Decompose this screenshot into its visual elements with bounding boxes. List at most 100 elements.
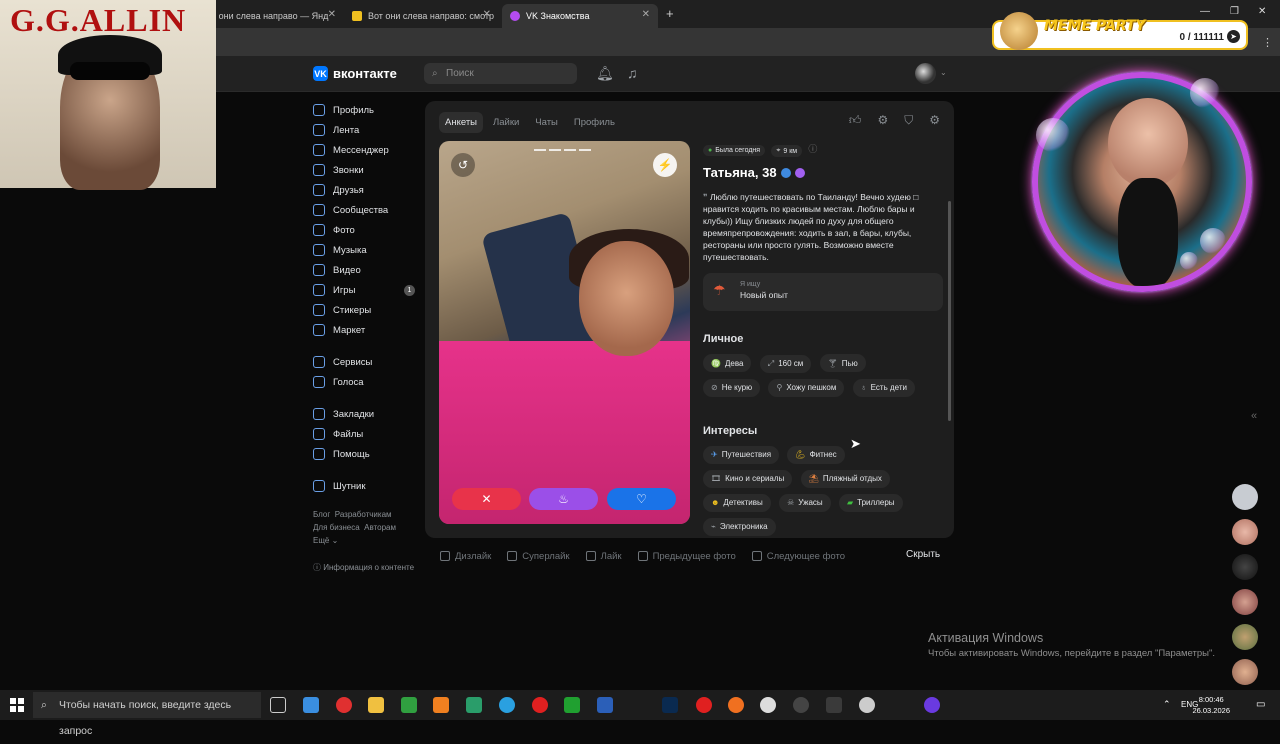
sidebar-item-market[interactable]: Маркет [313,320,418,340]
sidebar-item-photo[interactable]: Фото [313,220,418,240]
vk-logo[interactable]: VK вконтакте [313,66,397,81]
tab-chats[interactable]: Чаты [529,112,564,133]
profile-photo[interactable]: ↺ ⚡ ✕ ♨ ♡ [439,141,690,524]
avatar[interactable] [1232,554,1258,580]
filters-icon[interactable]: ⚙︎ [877,113,888,128]
content-info-link[interactable]: Информация о контенте [323,563,414,572]
help-icon[interactable]: ⓘ [808,144,817,154]
music-note-icon[interactable]: ♫ [627,65,638,81]
sidebar-item-music[interactable]: Музыка [313,240,418,260]
search-icon: ⌕ [41,699,47,711]
app-icon[interactable] [303,697,319,713]
tag-label: Пью [841,358,858,368]
close-window-icon[interactable]: ✕ [1258,6,1266,17]
sidebar-item-votes[interactable]: Голоса [313,372,418,392]
sidebar-item-services[interactable]: Сервисы [313,352,418,372]
next-photo-hint[interactable]: Следующее фото [751,551,845,562]
tab-likes[interactable]: Лайки [487,112,525,133]
hide-button[interactable]: Скрыть [906,549,940,560]
arrow-up-icon [507,551,518,561]
telegram-icon[interactable] [499,697,515,713]
app-icon[interactable] [466,697,482,713]
superlike-hint[interactable]: Суперлайк [507,551,570,562]
footer-more-link[interactable]: Ещё [313,536,329,545]
thumbs-up-icon[interactable]: 👍︎ [849,113,862,128]
avatar[interactable] [1232,589,1258,615]
superlike-button[interactable]: ♨ [529,488,598,510]
minimize-icon[interactable]: — [1200,6,1210,17]
folder-icon[interactable] [368,697,384,713]
status-badge: ● Была сегодня [703,145,766,156]
footer-link[interactable]: Для бизнеса [313,523,360,532]
search-input[interactable]: ⌕ Поиск [424,63,577,84]
sidebar-item-video[interactable]: Видео [313,260,418,280]
like-button[interactable]: ♡ [607,488,676,510]
menu-icon[interactable]: ⋮ [1262,36,1273,49]
sidebar-item-files[interactable]: Файлы [313,424,418,444]
app-icon[interactable] [826,697,842,713]
sidebar-item-help[interactable]: Помощь [313,444,418,464]
chevron-up-icon[interactable]: ⌃ [1163,699,1171,710]
gear-icon[interactable]: ⚙ [929,113,940,128]
shield-icon[interactable]: ⛉ [904,113,913,128]
tab-profile[interactable]: Профиль [568,112,621,133]
notifications-icon[interactable]: ▭ [1256,699,1265,710]
opera-gx-icon[interactable] [532,697,548,713]
taskbar-search-input[interactable]: ⌕ Чтобы начать поиск, введите здесь запр… [33,692,261,737]
photoshop-icon[interactable] [662,697,678,713]
footer-link[interactable]: Разработчикам [335,510,392,519]
personal-title: Личное [703,333,744,345]
vlc-icon[interactable] [433,697,449,713]
collapse-icon[interactable]: « [1251,410,1257,422]
lightning-icon[interactable]: ⚡ [653,153,677,177]
taskbar-clock[interactable]: 8:00:46 26.03.2026 [1192,694,1230,716]
app-icon[interactable] [564,697,580,713]
tab-profiles[interactable]: Анкеты [439,112,483,133]
app-icon[interactable] [401,697,417,713]
firefox-icon[interactable] [728,697,744,713]
close-icon[interactable]: ✕ [483,9,491,20]
bell-icon[interactable]: 🔔︎ [596,65,614,82]
undo-icon[interactable]: ↺ [451,153,475,177]
avatar[interactable] [1232,484,1258,510]
sidebar-item-games[interactable]: Игры 1 [313,280,418,300]
like-hint[interactable]: Лайк [585,551,622,562]
chrome-icon[interactable] [760,697,776,713]
avatar[interactable] [1232,519,1258,545]
close-icon[interactable]: ✕ [328,9,336,20]
avatar[interactable] [915,63,936,84]
sidebar-item-communities[interactable]: Сообщества [313,200,418,220]
sidebar-item-calls[interactable]: Звонки [313,160,418,180]
close-icon[interactable]: ✕ [642,9,650,20]
opera-icon[interactable] [336,697,352,713]
dislike-button[interactable]: ✕ [452,488,521,510]
footer-link[interactable]: Блог [313,510,330,519]
sidebar-item-profile[interactable]: Профиль [313,100,418,120]
new-tab-icon[interactable]: + [666,6,674,21]
app-icon[interactable] [924,697,940,713]
browser-tab-active[interactable]: VK Знакомства ✕ [502,4,658,28]
footer-link[interactable]: Авторам [364,523,396,532]
yandex-icon[interactable] [696,697,712,713]
avatar[interactable] [1232,659,1258,685]
chrome-icon[interactable] [859,697,875,713]
sidebar-item-bookmarks[interactable]: Закладки [313,404,418,424]
sidebar-item-stickers[interactable]: Стикеры [313,300,418,320]
task-view-icon[interactable] [270,697,286,713]
tag: 🍸︎ Пью [819,354,866,372]
sidebar-item-joker[interactable]: Шутник [313,476,418,496]
maximize-icon[interactable]: ❐ [1230,6,1239,17]
app-icon[interactable] [793,697,809,713]
browser-tab[interactable]: т они слева направо — Янд ✕ [204,4,344,28]
sidebar-item-friends[interactable]: Друзья [313,180,418,200]
scrollbar[interactable] [948,201,951,421]
sidebar-item-feed[interactable]: Лента [313,120,418,140]
windows-start-icon[interactable] [10,698,24,712]
chevron-down-icon[interactable]: ⌄ [940,68,947,77]
word-icon[interactable] [597,697,613,713]
avatar[interactable] [1232,624,1258,650]
prev-photo-hint[interactable]: Предыдущее фото [637,551,736,562]
browser-tab[interactable]: Вот они слева направо: смотр ✕ [344,4,499,28]
sidebar-item-messenger[interactable]: Мессенджер [313,140,418,160]
dislike-hint[interactable]: Дизлайк [440,551,491,562]
